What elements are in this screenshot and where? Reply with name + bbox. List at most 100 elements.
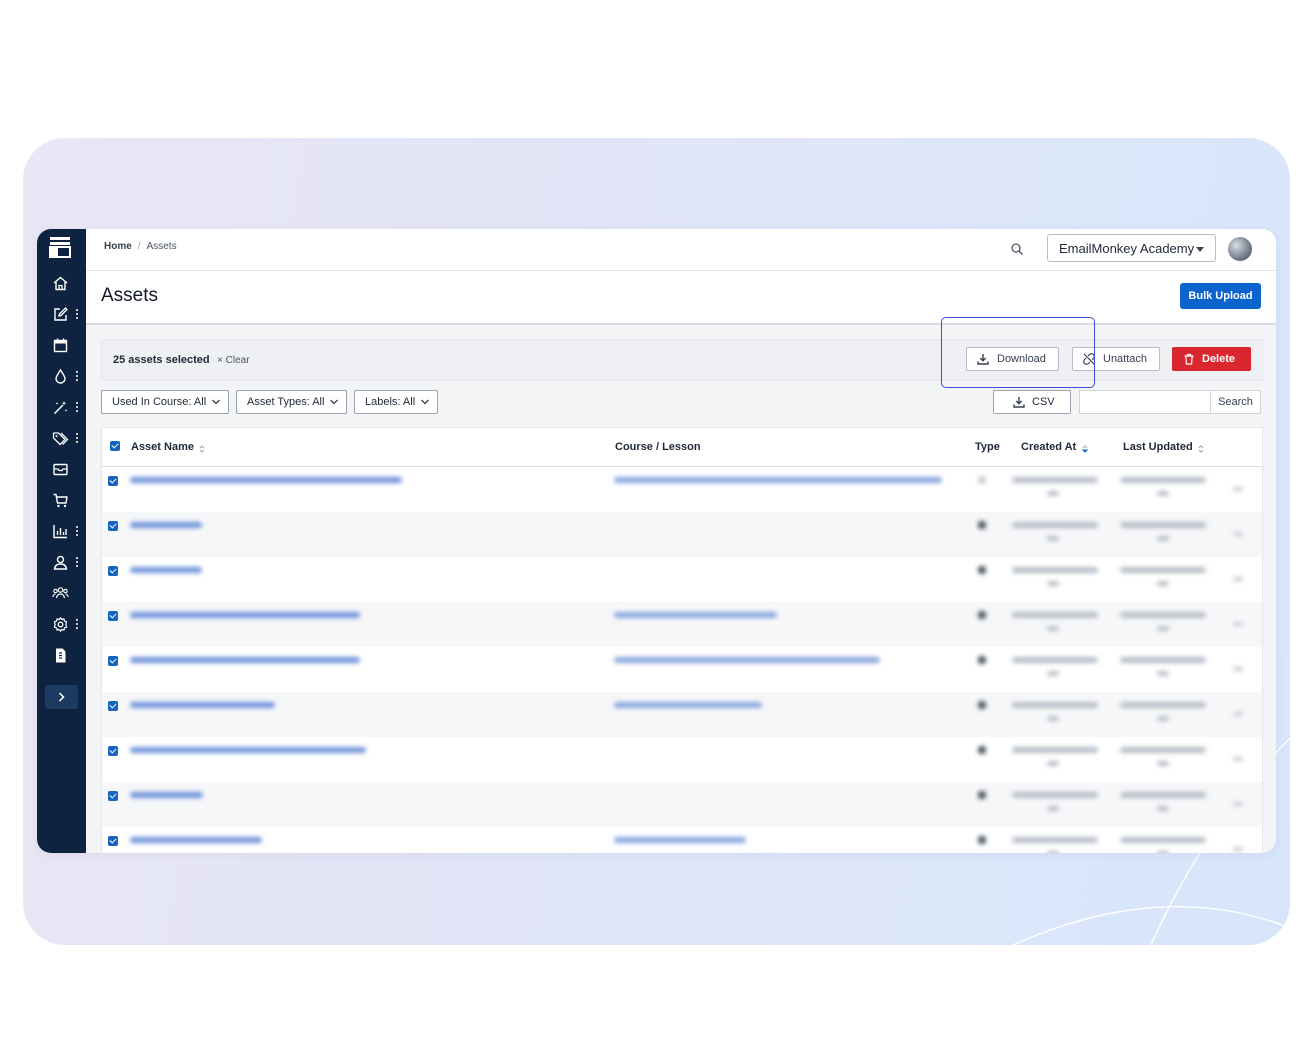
bulk-upload-button[interactable]: Bulk Upload: [1180, 283, 1261, 309]
course-lesson-link[interactable]: [614, 612, 777, 618]
asset-types-filter[interactable]: Asset Types: All: [236, 390, 347, 414]
delete-button[interactable]: Delete: [1172, 347, 1251, 371]
column-created-at[interactable]: Created At: [1021, 441, 1076, 453]
sidebar-item-edit[interactable]: [37, 302, 86, 328]
logo-icon[interactable]: [49, 236, 71, 258]
sidebar-item-home[interactable]: [37, 271, 86, 297]
more-icon[interactable]: [75, 370, 79, 382]
asset-name-link[interactable]: [130, 567, 202, 573]
column-course-lesson: Course / Lesson: [615, 441, 701, 453]
trash-icon: [1184, 353, 1194, 365]
search-input[interactable]: [1079, 390, 1211, 414]
more-icon[interactable]: [75, 401, 79, 413]
row-checkbox[interactable]: [108, 611, 118, 621]
row-checkbox[interactable]: [108, 791, 118, 801]
column-asset-name[interactable]: Asset Name: [131, 441, 194, 453]
created-at-time: [1047, 761, 1059, 766]
row-actions-icon[interactable]: [1233, 712, 1243, 716]
breadcrumb-home[interactable]: Home: [104, 241, 132, 252]
table-row[interactable]: [102, 782, 1262, 827]
row-checkbox[interactable]: [108, 476, 118, 486]
sort-icon[interactable]: [199, 444, 205, 454]
asset-name-link[interactable]: [130, 522, 202, 528]
table-row[interactable]: [102, 512, 1262, 557]
sidebar-item-settings[interactable]: [37, 612, 86, 638]
asset-name-link[interactable]: [130, 612, 360, 618]
last-updated-time: [1157, 491, 1169, 496]
sort-desc-icon[interactable]: [1082, 444, 1088, 454]
selected-count: 25 assets selected: [113, 354, 210, 366]
search-icon[interactable]: [1010, 242, 1024, 256]
table-row[interactable]: [102, 737, 1262, 782]
sidebar-item-sales[interactable]: [37, 488, 86, 514]
last-updated-time: [1157, 536, 1169, 541]
row-checkbox[interactable]: [108, 656, 118, 666]
asset-name-link[interactable]: [130, 837, 262, 843]
created-at-value: [1012, 747, 1098, 753]
row-checkbox[interactable]: [108, 836, 118, 846]
expand-sidebar-button[interactable]: [45, 685, 78, 709]
table-row[interactable]: [102, 647, 1262, 692]
more-icon[interactable]: [75, 556, 79, 568]
asset-name-link[interactable]: [130, 657, 360, 663]
clear-selection-link[interactable]: × Clear: [217, 355, 250, 366]
row-actions-icon[interactable]: [1233, 802, 1243, 806]
row-actions-icon[interactable]: [1233, 667, 1243, 671]
search-button[interactable]: Search: [1211, 390, 1261, 414]
school-selector-value: EmailMonkey Academy: [1059, 241, 1195, 256]
used-in-course-filter[interactable]: Used In Course: All: [101, 390, 229, 414]
more-icon[interactable]: [75, 618, 79, 630]
select-all-checkbox[interactable]: [110, 441, 120, 451]
column-last-updated[interactable]: Last Updated: [1123, 441, 1193, 453]
sort-icon[interactable]: [1198, 444, 1204, 454]
course-lesson-link[interactable]: [614, 702, 762, 708]
row-checkbox[interactable]: [108, 746, 118, 756]
file-type-icon: [978, 476, 986, 484]
table-row[interactable]: [102, 602, 1262, 647]
row-actions-icon[interactable]: [1233, 532, 1243, 536]
asset-name-link[interactable]: [130, 702, 275, 708]
sidebar-item-groups[interactable]: [37, 581, 86, 607]
row-checkbox[interactable]: [108, 521, 118, 531]
row-checkbox[interactable]: [108, 701, 118, 711]
sidebar-item-ai[interactable]: [37, 395, 86, 421]
sidebar-item-drip[interactable]: [37, 364, 86, 390]
sidebar-item-tags[interactable]: [37, 426, 86, 452]
course-lesson-link[interactable]: [614, 657, 880, 663]
sidebar-item-users[interactable]: [37, 550, 86, 576]
table-row[interactable]: [102, 467, 1262, 512]
table-row[interactable]: [102, 827, 1262, 853]
more-icon[interactable]: [75, 432, 79, 444]
table-row[interactable]: [102, 692, 1262, 737]
chevron-down-icon: [421, 399, 429, 405]
caret-down-icon: [1196, 247, 1204, 252]
avatar[interactable]: [1228, 237, 1252, 261]
row-actions-icon[interactable]: [1233, 847, 1243, 851]
file-type-icon: [978, 791, 986, 799]
labels-filter[interactable]: Labels: All: [354, 390, 438, 414]
row-checkbox[interactable]: [108, 566, 118, 576]
breadcrumb-separator: /: [137, 241, 141, 252]
row-actions-icon[interactable]: [1233, 487, 1243, 491]
csv-export-button[interactable]: CSV: [993, 390, 1071, 414]
row-actions-icon[interactable]: [1233, 757, 1243, 761]
created-at-value: [1012, 702, 1098, 708]
sidebar-item-calendar[interactable]: [37, 333, 86, 359]
asset-name-link[interactable]: [130, 747, 366, 753]
row-actions-icon[interactable]: [1233, 622, 1243, 626]
asset-name-link[interactable]: [130, 477, 402, 483]
more-icon[interactable]: [75, 308, 79, 320]
sidebar-item-file[interactable]: [37, 643, 86, 669]
school-selector[interactable]: EmailMonkey Academy: [1047, 234, 1216, 262]
last-updated-time: [1157, 581, 1169, 586]
asset-name-link[interactable]: [130, 792, 203, 798]
sidebar: [37, 229, 86, 853]
course-lesson-link[interactable]: [614, 837, 746, 843]
sidebar-item-email[interactable]: [37, 457, 86, 483]
course-lesson-link[interactable]: [614, 477, 942, 483]
more-icon[interactable]: [75, 525, 79, 537]
created-at-time: [1047, 671, 1059, 676]
row-actions-icon[interactable]: [1233, 577, 1243, 581]
sidebar-item-analytics[interactable]: [37, 519, 86, 545]
table-row[interactable]: [102, 557, 1262, 602]
